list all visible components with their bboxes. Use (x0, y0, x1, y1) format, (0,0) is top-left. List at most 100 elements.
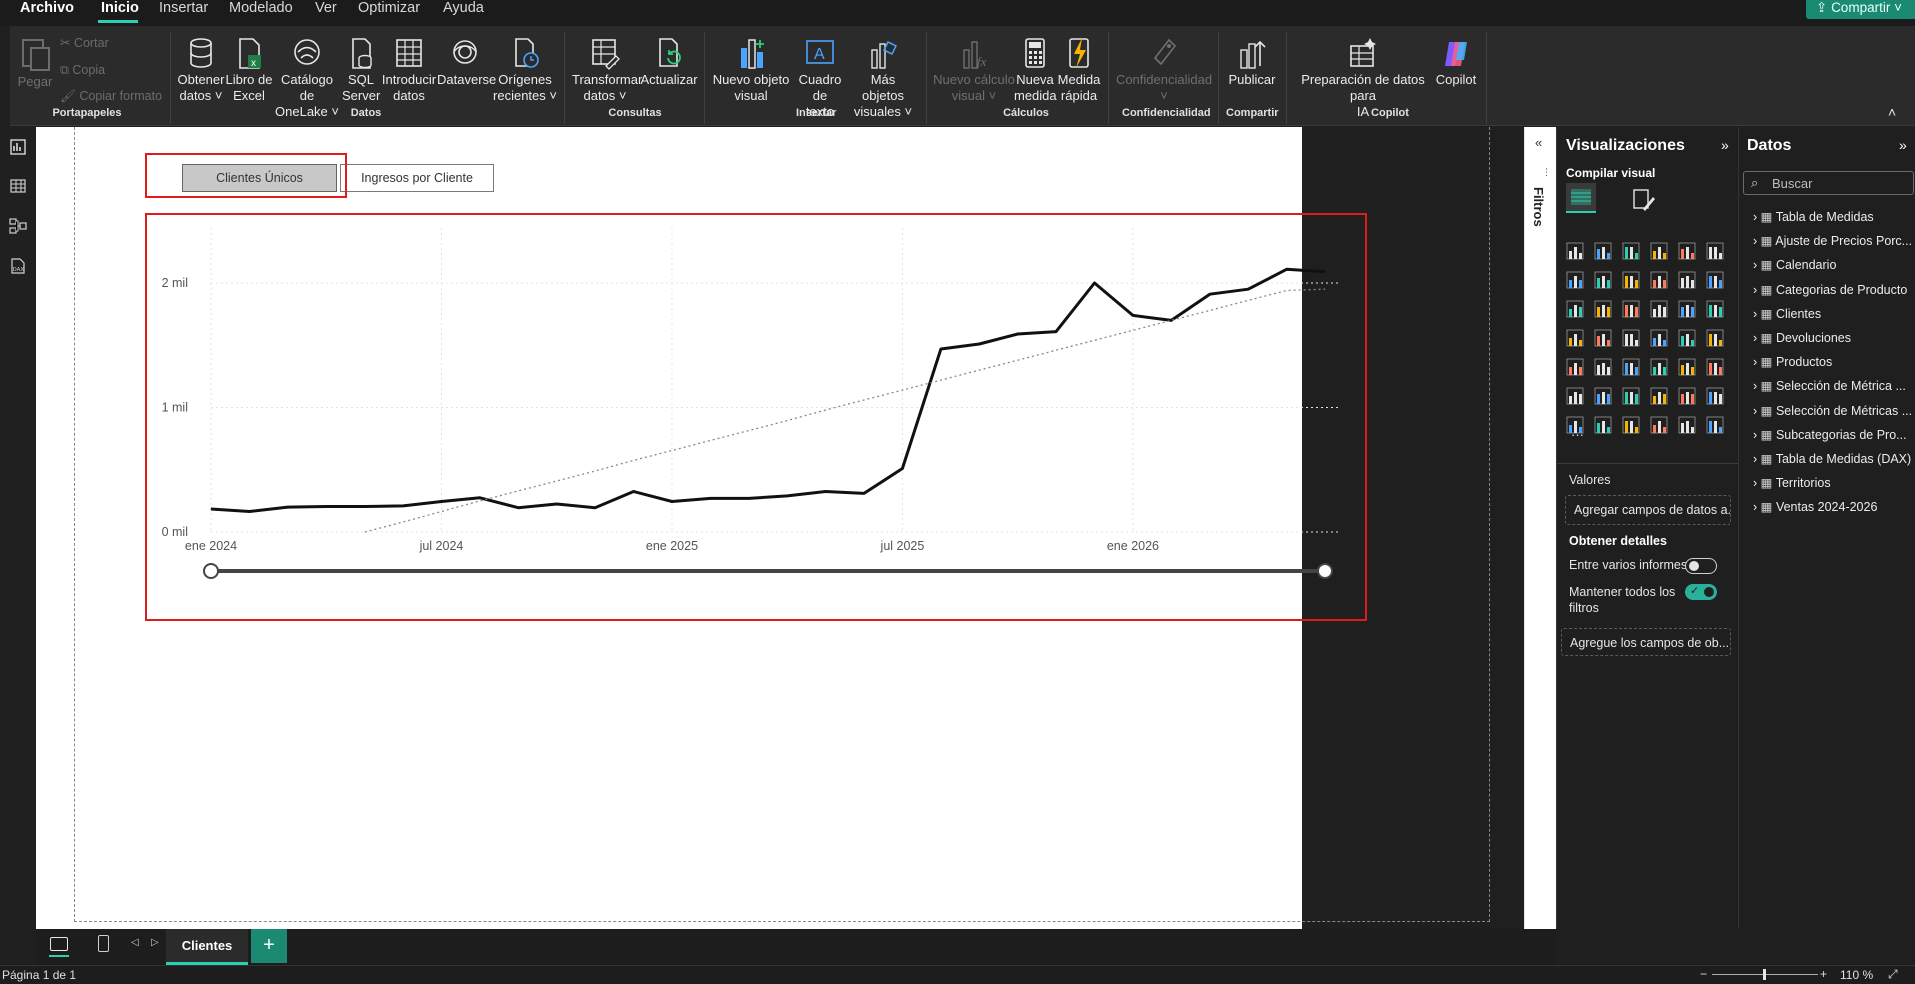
narrative-icon[interactable] (1677, 386, 1697, 406)
azure-map-icon[interactable] (1649, 328, 1669, 348)
data-table-item[interactable]: › ▦ Categorias de Producto (1753, 282, 1913, 298)
range-slider-handle[interactable] (1317, 563, 1333, 579)
data-table-item[interactable]: › ▦ Ventas 2024-2026 (1753, 499, 1913, 515)
scatter-icon[interactable] (1649, 299, 1669, 319)
data-table-item[interactable]: › ▦ Clientes (1753, 306, 1913, 322)
pie-chart-icon[interactable] (1677, 299, 1697, 319)
data-table-item[interactable]: › ▦ Calendario (1753, 257, 1913, 273)
data-table-item[interactable]: › ▦ Selección de Métricas ... (1753, 403, 1913, 419)
filters-pane-collapsed[interactable]: « ⋮ Filtros (1524, 127, 1556, 929)
stacked-bar-icon[interactable] (1565, 241, 1585, 261)
map-icon[interactable] (1593, 328, 1613, 348)
chevron-right-icon[interactable]: › (1753, 210, 1761, 224)
scroll-right-icon[interactable]: ▷ (151, 937, 159, 948)
data-table-label: Subcategorias de Pro... (1775, 427, 1907, 442)
data-point (671, 500, 673, 502)
data-table-item[interactable]: › ▦ Devoluciones (1753, 330, 1913, 346)
funnel-icon[interactable] (1621, 299, 1641, 319)
key-influencers-icon[interactable] (1593, 386, 1613, 406)
decomposition-tree-icon[interactable] (1621, 386, 1641, 406)
filled-map-icon[interactable] (1621, 328, 1641, 348)
chevron-right-icon[interactable]: › (1753, 234, 1761, 248)
y-tick-label: 0 mil (162, 525, 188, 539)
line-column-icon[interactable] (1677, 270, 1697, 290)
collapse-viz-pane-icon[interactable]: » (1721, 137, 1729, 153)
data-table-item[interactable]: › ▦ Tabla de Medidas (1753, 209, 1913, 225)
100-bar-icon[interactable] (1677, 241, 1697, 261)
zoom-in-icon[interactable]: + (1820, 967, 1827, 981)
keep-filters-toggle[interactable]: ✓ (1685, 584, 1717, 600)
chevron-right-icon[interactable]: › (1753, 307, 1761, 321)
data-table-label: Categorias de Producto (1775, 282, 1908, 297)
chevron-right-icon[interactable]: › (1753, 258, 1761, 272)
data-table-item[interactable]: › ▦ Subcategorias de Pro... (1753, 427, 1913, 443)
power-apps-icon[interactable] (1593, 415, 1613, 435)
more-icon[interactable] (1677, 415, 1697, 435)
stacked-column-icon[interactable] (1593, 241, 1613, 261)
treemap-icon[interactable] (1565, 328, 1585, 348)
more-visuals-ellipsis[interactable]: ··· (1571, 427, 1584, 442)
desktop-layout-icon[interactable] (50, 937, 68, 951)
format-visual-tab[interactable] (1631, 187, 1657, 216)
data-search-input[interactable]: ⌕ Buscar (1743, 171, 1914, 195)
stacked-area-icon[interactable] (1621, 270, 1641, 290)
scroll-left-icon[interactable]: ◁ (131, 937, 139, 948)
chevron-right-icon[interactable]: › (1753, 283, 1761, 297)
mobile-layout-icon[interactable] (98, 935, 109, 952)
multi-row-card-icon[interactable] (1565, 357, 1585, 377)
status-bar: Página 1 de 1 − + 110 % ⤢ (0, 965, 1915, 984)
donut-icon[interactable] (1705, 299, 1725, 319)
100-area-icon[interactable] (1649, 270, 1669, 290)
chevron-right-icon[interactable]: › (1753, 452, 1761, 466)
slicer-icon[interactable] (1621, 357, 1641, 377)
table-icon: ▦ (1760, 427, 1776, 442)
collapse-data-pane-icon[interactable]: » (1899, 137, 1907, 153)
data-table-item[interactable]: › ▦ Selección de Métrica ... (1753, 378, 1913, 394)
line-clustered-icon[interactable] (1705, 270, 1725, 290)
table-icon[interactable] (1649, 357, 1669, 377)
zoom-slider-thumb[interactable] (1763, 969, 1766, 980)
chevron-right-icon[interactable]: › (1753, 500, 1761, 514)
data-table-item[interactable]: › ▦ Territorios (1753, 475, 1913, 491)
range-slider-handle[interactable] (203, 563, 219, 579)
clustered-column-icon[interactable] (1649, 241, 1669, 261)
data-table-label: Selección de Métricas ... (1775, 403, 1913, 418)
ribbon-chart-icon[interactable] (1565, 299, 1585, 319)
data-table-item[interactable]: › ▦ Tabla de Medidas (DAX) (1753, 451, 1913, 467)
get-more-icon[interactable] (1705, 415, 1725, 435)
card-icon[interactable] (1705, 328, 1725, 348)
chevron-right-icon[interactable]: › (1753, 355, 1761, 369)
data-table-item[interactable]: › ▦ Productos (1753, 354, 1913, 370)
r-visual-icon[interactable] (1705, 357, 1725, 377)
zoom-out-icon[interactable]: − (1700, 967, 1707, 981)
data-table-label: Ventas 2024-2026 (1775, 500, 1878, 515)
data-table-item[interactable]: › ▦ Ajuste de Precios Porc... (1753, 233, 1913, 249)
fit-to-page-icon[interactable]: ⤢ (1888, 967, 1898, 982)
waterfall-icon[interactable] (1593, 299, 1613, 319)
python-visual-icon[interactable] (1565, 386, 1585, 406)
collapse-filters-icon[interactable]: « (1535, 135, 1542, 150)
clustered-bar-icon[interactable] (1621, 241, 1641, 261)
values-drop-zone[interactable]: Agregar campos de datos a... (1565, 495, 1731, 525)
metrics-icon[interactable] (1649, 415, 1669, 435)
build-visual-tab[interactable] (1566, 183, 1596, 213)
drillthrough-drop-zone[interactable]: Agregue los campos de ob... (1561, 628, 1731, 656)
area-chart-icon[interactable] (1593, 270, 1613, 290)
chevron-right-icon[interactable]: › (1753, 331, 1761, 345)
cross-report-toggle[interactable] (1685, 558, 1717, 574)
goals-icon[interactable] (1705, 386, 1725, 406)
page-tab-clientes[interactable]: Clientes (166, 929, 248, 965)
matrix-icon[interactable] (1677, 357, 1697, 377)
chevron-right-icon[interactable]: › (1753, 428, 1761, 442)
kpi-icon[interactable] (1593, 357, 1613, 377)
gauge-icon[interactable] (1677, 328, 1697, 348)
power-automate-icon[interactable] (1621, 415, 1641, 435)
chevron-right-icon[interactable]: › (1753, 476, 1761, 490)
add-page-button[interactable]: + (251, 929, 287, 963)
chevron-right-icon[interactable]: › (1753, 379, 1761, 393)
data-point (633, 491, 635, 493)
line-chart-icon[interactable] (1565, 270, 1585, 290)
100-column-icon[interactable] (1705, 241, 1725, 261)
chevron-right-icon[interactable]: › (1753, 404, 1761, 418)
qa-icon[interactable] (1649, 386, 1669, 406)
